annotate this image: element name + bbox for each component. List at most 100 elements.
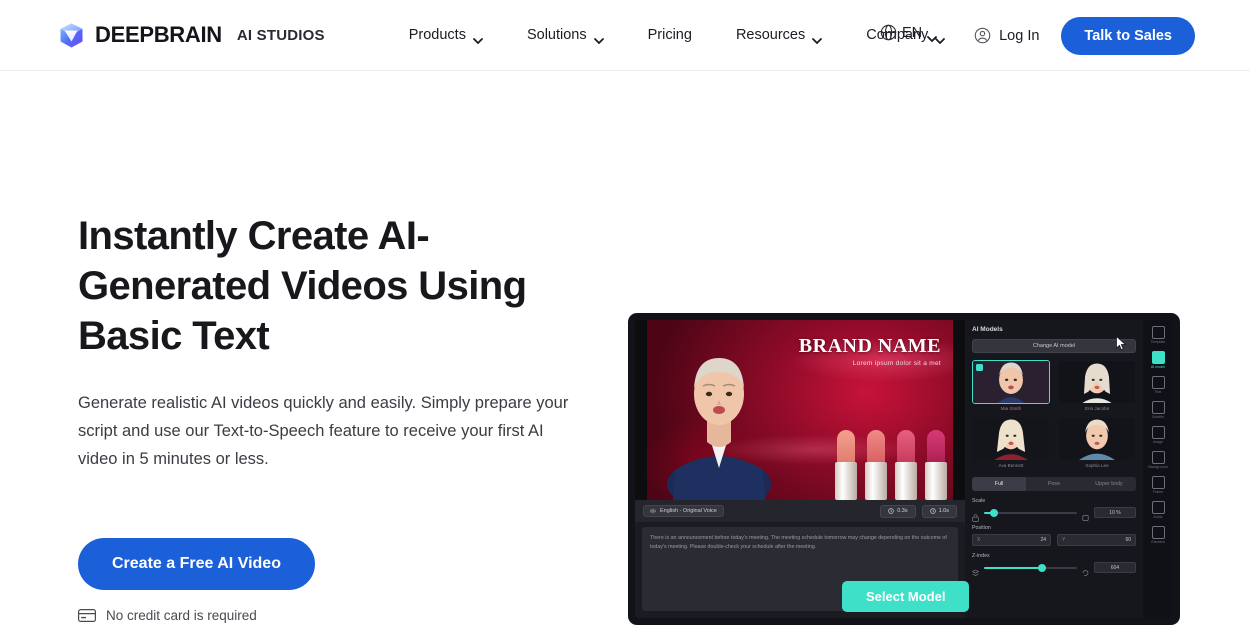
lipstick-item bbox=[923, 430, 949, 500]
audio-icon bbox=[1151, 501, 1165, 514]
rail-item-frame[interactable]: Frame bbox=[1145, 474, 1171, 496]
time-chip-label: 1.0s bbox=[938, 508, 949, 514]
rail-label: Background bbox=[1148, 465, 1168, 469]
site-header: DEEPBRAIN AI STUDIOS Products Solutions … bbox=[0, 0, 1250, 71]
language-label: EN bbox=[902, 24, 923, 41]
hero-copy: Instantly Create AI-Generated Videos Usi… bbox=[78, 211, 608, 623]
rail-label: Element bbox=[1151, 540, 1165, 544]
frame-icon bbox=[1151, 476, 1165, 489]
lock-icon[interactable] bbox=[972, 509, 979, 522]
nav-item-solutions[interactable]: Solutions bbox=[505, 19, 626, 51]
editor-tool-rail: Template AI model Text Subtitle Image Ba… bbox=[1143, 320, 1173, 618]
mouse-cursor-icon bbox=[1116, 336, 1127, 351]
view-mode-segmented-control: Full Pose Upper body bbox=[972, 477, 1136, 491]
ai-avatar-presenter bbox=[667, 358, 771, 500]
position-x-field[interactable]: X 24 bbox=[972, 534, 1051, 546]
time-chip-end[interactable]: 1.0s bbox=[921, 504, 957, 518]
rail-item-image[interactable]: Image bbox=[1145, 424, 1171, 446]
model-label: Mia Smith bbox=[1000, 406, 1022, 411]
zindex-value[interactable]: 604 bbox=[1094, 562, 1136, 573]
segment-upper-body[interactable]: Upper body bbox=[1082, 477, 1136, 491]
create-free-ai-video-button[interactable]: Create a Free AI Video bbox=[78, 538, 315, 590]
model-thumbnail bbox=[1058, 360, 1136, 404]
rail-item-element[interactable]: Element bbox=[1145, 524, 1171, 546]
zindex-label: Z-index bbox=[972, 553, 990, 559]
credit-card-icon bbox=[78, 609, 96, 623]
brand-logo[interactable]: DEEPBRAIN AI STUDIOS bbox=[58, 22, 325, 49]
video-preview[interactable]: BRAND NAME Lorem ipsum dolor sit a met bbox=[635, 320, 965, 500]
globe-icon bbox=[880, 24, 897, 41]
model-label: Sophia Lee bbox=[1085, 463, 1109, 468]
model-grid: Mia Smith Erin Jacobs Ava Bennett Sophia… bbox=[972, 360, 1136, 468]
segment-full[interactable]: Full bbox=[972, 477, 1026, 491]
video-toolbar: English - Original Voice 0.3s 1.0s bbox=[635, 500, 965, 522]
rail-label: Image bbox=[1153, 440, 1163, 444]
scale-control: 10 % bbox=[972, 507, 1136, 522]
position-x-key: X bbox=[977, 537, 981, 543]
scale-value[interactable]: 10 % bbox=[1094, 507, 1136, 518]
person-icon bbox=[1151, 351, 1165, 364]
model-card-3[interactable]: Sophia Lee bbox=[1058, 417, 1136, 468]
zindex-slider[interactable] bbox=[984, 563, 1077, 572]
nav-item-pricing[interactable]: Pricing bbox=[626, 19, 714, 51]
language-selector[interactable]: EN bbox=[880, 24, 938, 42]
lipstick-item bbox=[863, 430, 889, 500]
no-credit-card-label: No credit card is required bbox=[106, 608, 257, 623]
nav-item-resources[interactable]: Resources bbox=[714, 19, 844, 51]
login-button[interactable]: Log In bbox=[974, 27, 1039, 44]
segment-pose[interactable]: Pose bbox=[1027, 477, 1081, 491]
brand-name: DEEPBRAIN bbox=[95, 22, 222, 47]
rail-item-subtitle[interactable]: Subtitle bbox=[1145, 399, 1171, 421]
time-chip-start[interactable]: 0.3s bbox=[880, 504, 916, 518]
nav-label: Pricing bbox=[647, 27, 692, 43]
login-label: Log In bbox=[999, 27, 1040, 44]
reset-icon[interactable] bbox=[1082, 564, 1089, 576]
rail-item-ai-model[interactable]: AI model bbox=[1145, 349, 1171, 371]
nav-label: Solutions bbox=[526, 27, 587, 43]
position-y-field[interactable]: Y 60 bbox=[1057, 534, 1136, 546]
model-card-0[interactable]: Mia Smith bbox=[972, 360, 1050, 411]
cube-logo-icon bbox=[58, 22, 85, 49]
brand-suffix: AI STUDIOS bbox=[236, 26, 325, 44]
link-icon[interactable] bbox=[1082, 509, 1089, 521]
voice-selector[interactable]: English - Original Voice bbox=[643, 505, 724, 517]
position-y-key: Y bbox=[1062, 537, 1066, 543]
no-credit-card-note: No credit card is required bbox=[78, 608, 608, 623]
clock-icon bbox=[929, 508, 936, 514]
chevron-down-icon bbox=[473, 32, 483, 45]
element-icon bbox=[1151, 526, 1165, 539]
rail-label: Audio bbox=[1153, 515, 1163, 519]
change-ai-model-button[interactable]: Change AI model bbox=[972, 339, 1136, 353]
position-label: Position bbox=[972, 525, 991, 531]
rail-item-background[interactable]: Background bbox=[1145, 449, 1171, 471]
ai-models-panel: AI Models Change AI model Mia Smith Erin… bbox=[965, 320, 1143, 618]
header-actions: Log In Talk to Sales bbox=[974, 0, 1195, 71]
talk-to-sales-button[interactable]: Talk to Sales bbox=[1061, 16, 1195, 55]
rail-item-audio[interactable]: Audio bbox=[1145, 499, 1171, 521]
nav-item-products[interactable]: Products bbox=[387, 19, 505, 51]
lipstick-item bbox=[893, 430, 919, 500]
layers-icon[interactable] bbox=[971, 564, 980, 576]
hero-subtitle: Generate realistic AI videos quickly and… bbox=[78, 394, 569, 468]
position-x-value: 24 bbox=[1040, 537, 1046, 543]
clock-icon bbox=[888, 508, 894, 514]
model-label: Ava Bennett bbox=[998, 463, 1024, 468]
hero-section: Instantly Create AI-Generated Videos Usi… bbox=[0, 71, 1250, 630]
panel-title: AI Models bbox=[972, 326, 1003, 333]
rail-item-text[interactable]: Text bbox=[1145, 374, 1171, 396]
selected-badge-icon bbox=[976, 364, 983, 371]
position-control: X 24 Y 60 bbox=[972, 534, 1136, 546]
rail-item-template[interactable]: Template bbox=[1145, 324, 1171, 346]
model-card-2[interactable]: Ava Bennett bbox=[972, 417, 1050, 468]
video-brand-subtitle: Lorem ipsum dolor sit a met bbox=[852, 360, 941, 367]
waveform-icon bbox=[650, 508, 656, 514]
template-icon bbox=[1151, 326, 1165, 339]
rail-label: Template bbox=[1150, 340, 1166, 344]
scale-slider[interactable] bbox=[984, 508, 1077, 517]
select-model-button[interactable]: Select Model bbox=[842, 581, 970, 612]
app-editor: BRAND NAME Lorem ipsum dolor sit a met E… bbox=[635, 320, 1173, 618]
zindex-control: 604 bbox=[971, 562, 1136, 576]
rail-label: AI model bbox=[1150, 365, 1166, 369]
model-card-1[interactable]: Erin Jacobs bbox=[1058, 360, 1136, 411]
video-canvas: BRAND NAME Lorem ipsum dolor sit a met bbox=[647, 320, 953, 500]
